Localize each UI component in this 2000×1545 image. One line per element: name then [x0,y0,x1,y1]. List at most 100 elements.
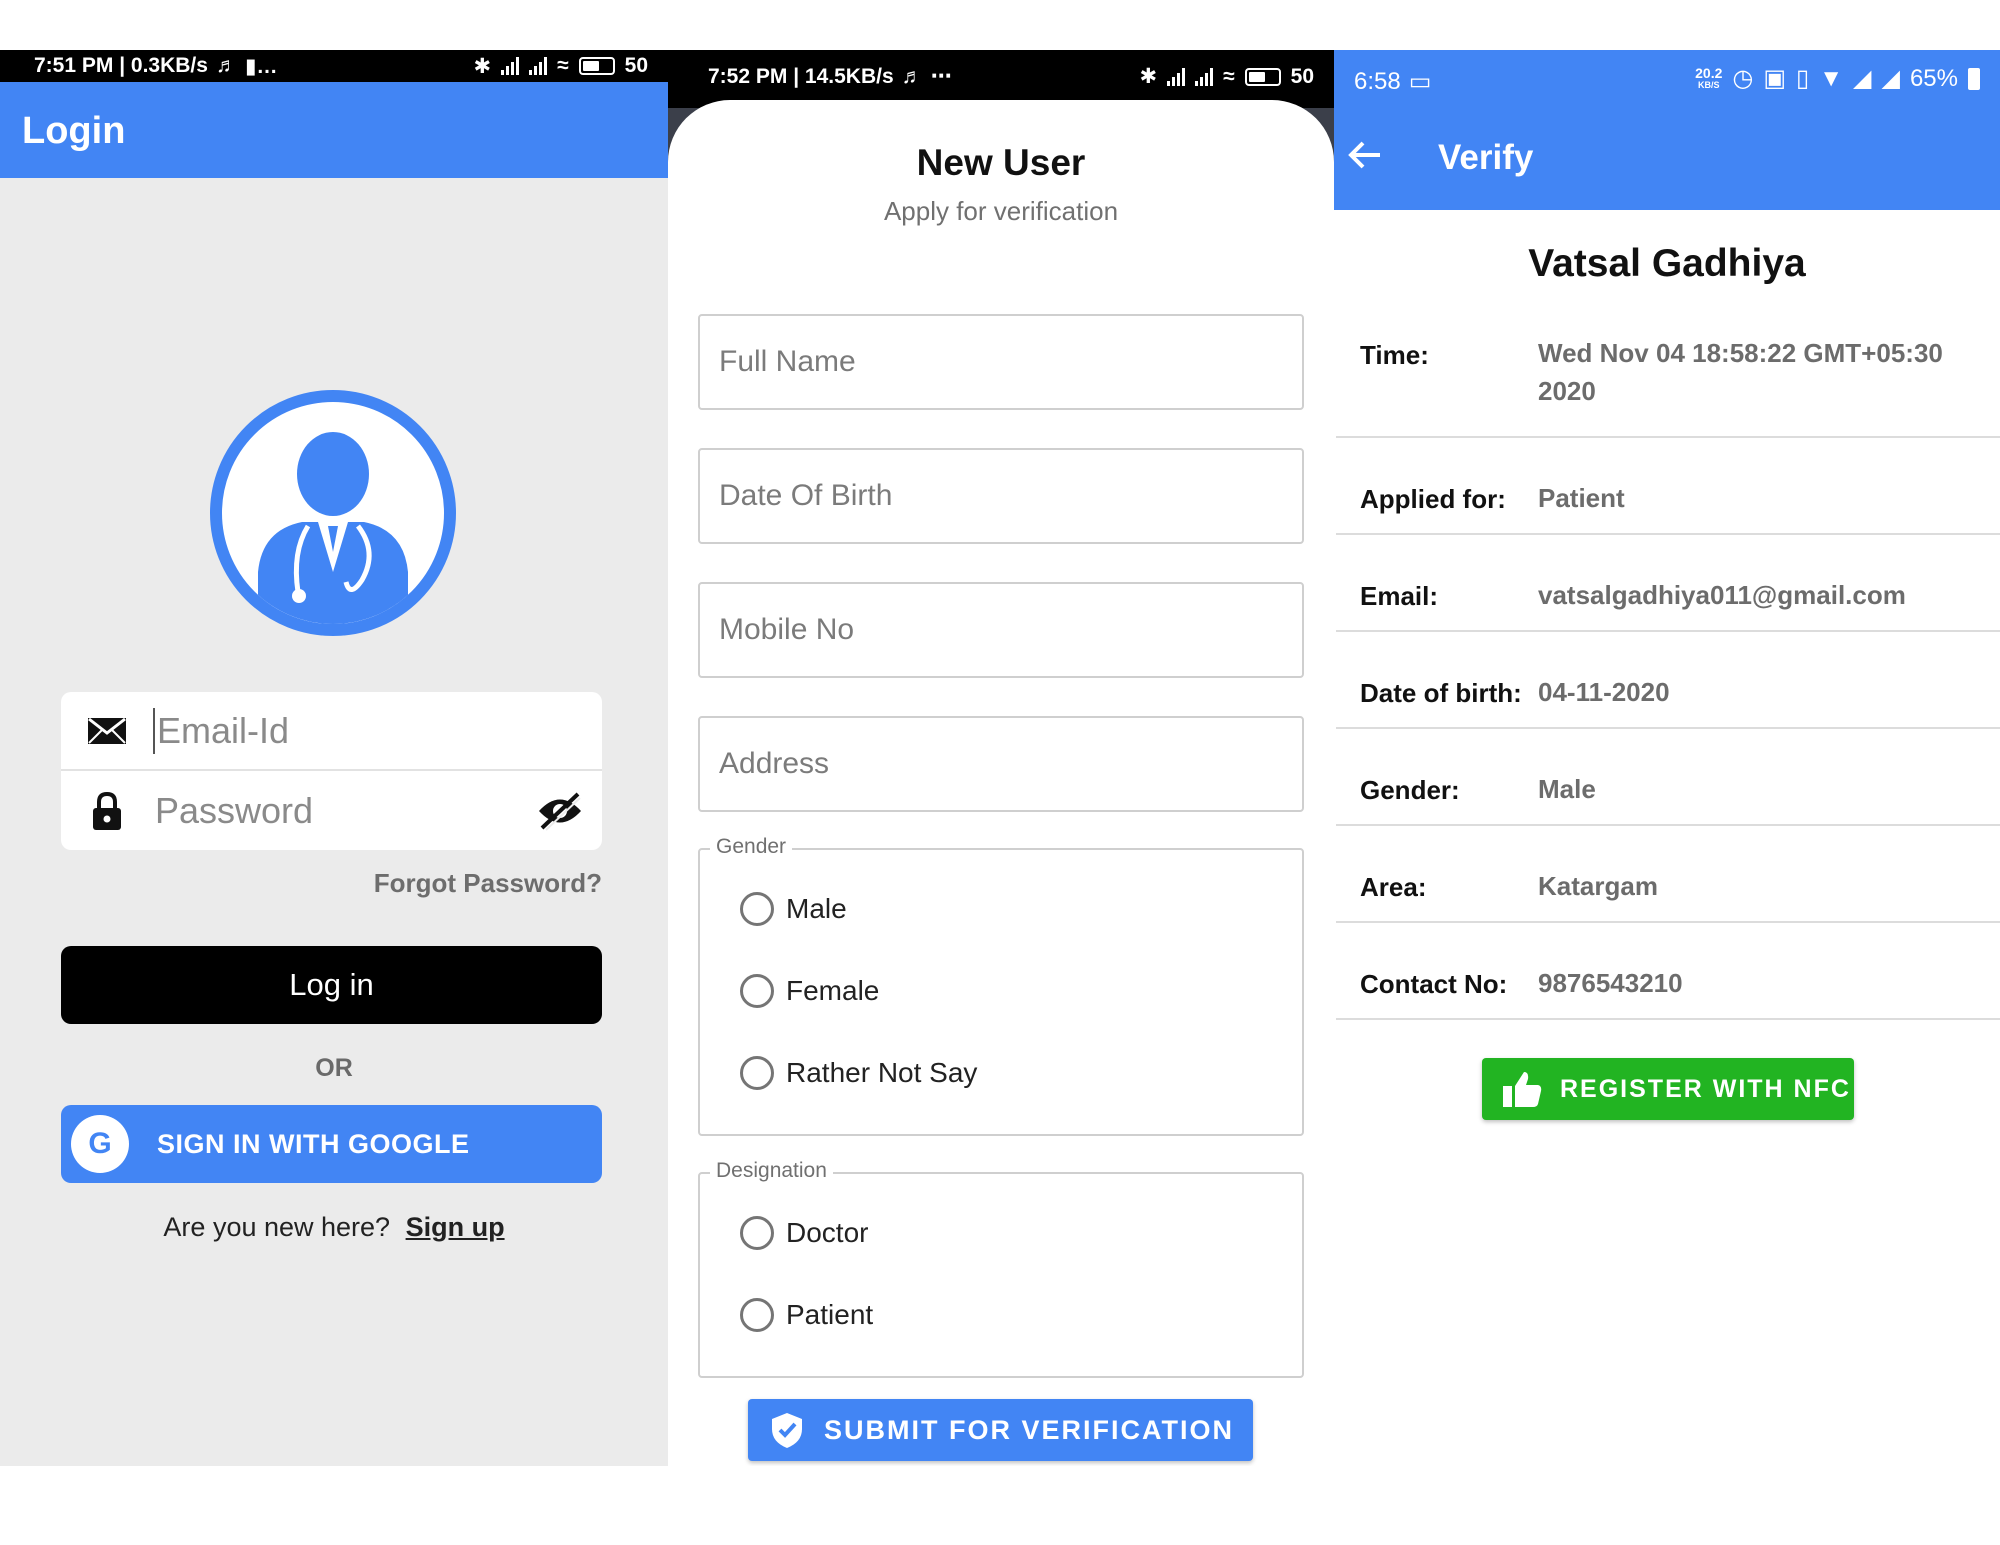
login-button[interactable]: Log in [61,946,602,1024]
status-time: 6:58 [1354,67,1401,95]
status-time: 7:52 PM | 14.5KB/s [708,64,894,88]
network-speed: 20.2 KB/S [1695,64,1723,90]
signup-prompt: Are you new here? Sign up [0,1212,668,1243]
verify-screen: 6:58 ▭ 20.2 KB/S ◷ ▣ ▯ ▼ ◢ ◢ 65% Verify … [1334,50,2000,1466]
radio-label: Patient [786,1299,874,1330]
google-sign-in-button[interactable]: G SIGN IN WITH GOOGLE [61,1105,602,1183]
info-row-time: Time: Wed Nov 04 18:58:22 GMT+05:30 2020 [1336,320,2000,438]
more-icon: ⋯ [930,65,952,88]
signal-icon [1195,67,1214,86]
eye-off-icon[interactable] [536,790,584,832]
back-arrow-icon[interactable] [1348,140,1382,175]
page-title: Login [22,110,126,152]
sign-up-link[interactable]: Sign up [406,1212,505,1242]
form-sheet: New User Apply for verification Full Nam… [668,100,1334,1466]
info-value: 9876543210 [1538,968,1683,998]
vibrate-icon: ▯ [1796,65,1810,92]
password-placeholder: Password [155,789,314,831]
info-value: 04-11-2020 [1538,677,1670,707]
register-nfc-button[interactable]: REGISTER WITH NFC [1482,1058,1854,1120]
thumbs-up-icon [1502,1070,1542,1115]
app-bar: Login [0,82,668,178]
info-value: Patient [1538,483,1625,513]
info-value: Katargam [1538,871,1658,901]
nfc-button-label: REGISTER WITH NFC [1560,1074,1851,1103]
signal-icon: ◢ [1853,65,1872,92]
bluetooth-icon: ✱ [1139,65,1158,88]
mobile-number-field[interactable]: Mobile No [698,582,1304,678]
date-of-birth-field[interactable]: Date Of Birth [698,448,1304,544]
or-divider: OR [315,1054,353,1082]
wifi-icon: ≈ [1223,64,1235,88]
battery-icon [1244,67,1281,86]
lock-icon [86,790,128,832]
page-subtitle: Apply for verification [883,196,1119,226]
radio-icon [740,1216,774,1250]
info-label: Area: [1360,872,1427,902]
radio-icon [740,1056,774,1090]
google-icon: G [71,1115,129,1173]
password-field[interactable]: Password [61,771,602,850]
email-placeholder: Email-Id [157,709,290,751]
new-here-text: Are you new here? [163,1212,391,1242]
signal-icon: ◢ [1881,65,1900,92]
info-row-contact: Contact No: 9876543210 [1336,923,2000,1020]
address-field[interactable]: Address [698,716,1304,812]
info-label: Applied for: [1360,484,1506,514]
status-time: 7:51 PM | 0.3KB/s [34,54,208,77]
info-row-gender: Gender: Male [1336,729,2000,826]
gender-group: Gender Male Female Rather Not Say [698,835,1304,1136]
info-row-email: Email: vatsalgadhiya011@gmail.com [1336,535,2000,632]
email-field[interactable]: Email-Id [61,692,602,771]
info-row-applied-for: Applied for: Patient [1336,438,2000,535]
info-value: vatsalgadhiya011@gmail.com [1538,580,1906,610]
new-user-screen: 7:52 PM | 14.5KB/s ♬ ⋯ ✱ ≈ 50 New User A… [668,50,1334,1466]
info-label: Gender: [1360,775,1460,805]
info-label: Time: [1360,340,1429,370]
wifi-icon: ▼ [1819,64,1844,92]
info-row-area: Area: Katargam [1336,826,2000,923]
forgot-password-link[interactable]: Forgot Password? [374,868,602,899]
battery-level: 50 [624,54,648,77]
designation-legend: Designation [710,1159,833,1183]
alarm-icon: ◷ [1732,65,1754,92]
radio-label: Female [786,975,880,1006]
page-title: Verify [1438,138,1534,177]
login-screen: 7:51 PM | 0.3KB/s ♬ ▮… ✱ ≈ 50 Login Emai… [0,50,668,1466]
signal-icon [529,57,548,75]
submit-label: SUBMIT FOR VERIFICATION [824,1414,1234,1445]
battery-level: 50 [1290,64,1314,88]
submit-verification-button[interactable]: SUBMIT FOR VERIFICATION [748,1399,1253,1461]
battery-icon [1968,67,1980,90]
bluetooth-icon: ✱ [473,54,492,78]
radio-label: Rather Not Say [786,1057,978,1088]
info-label: Contact No: [1360,969,1508,999]
radio-female[interactable]: Female [740,974,879,1008]
alarm-off-icon: ♬ [901,64,923,88]
info-label: Email: [1360,581,1439,611]
info-label: Date of birth: [1360,678,1522,708]
radio-icon [740,892,774,926]
page-title: New User [916,142,1086,183]
radio-doctor[interactable]: Doctor [740,1216,868,1250]
alarm-off-icon: ♬ [215,54,237,77]
radio-rather-not-say[interactable]: Rather Not Say [740,1056,977,1090]
status-bar: 6:58 ▭ 20.2 KB/S ◷ ▣ ▯ ▼ ◢ ◢ 65% [1334,50,2000,110]
full-name-field[interactable]: Full Name [698,314,1304,410]
radio-male[interactable]: Male [740,892,847,926]
mail-icon [86,710,128,752]
battery-icon [578,57,615,75]
battery-level: 65% [1909,64,1958,92]
radio-patient[interactable]: Patient [740,1298,873,1332]
info-value: Wed Nov 04 18:58:22 GMT+05:30 2020 [1538,338,1943,406]
signal-icon [1167,67,1186,86]
laptop-icon: ▭ [1408,68,1432,95]
text-cursor [153,707,155,754]
radio-icon [740,1298,774,1332]
radio-label: Male [786,893,847,924]
user-name: Vatsal Gadhiya [1528,242,1806,285]
shield-check-icon [770,1411,804,1456]
app-bar: Verify [1334,110,2000,210]
nfc-icon: ▣ [1763,65,1787,92]
message-icon: ▮… [244,54,278,78]
